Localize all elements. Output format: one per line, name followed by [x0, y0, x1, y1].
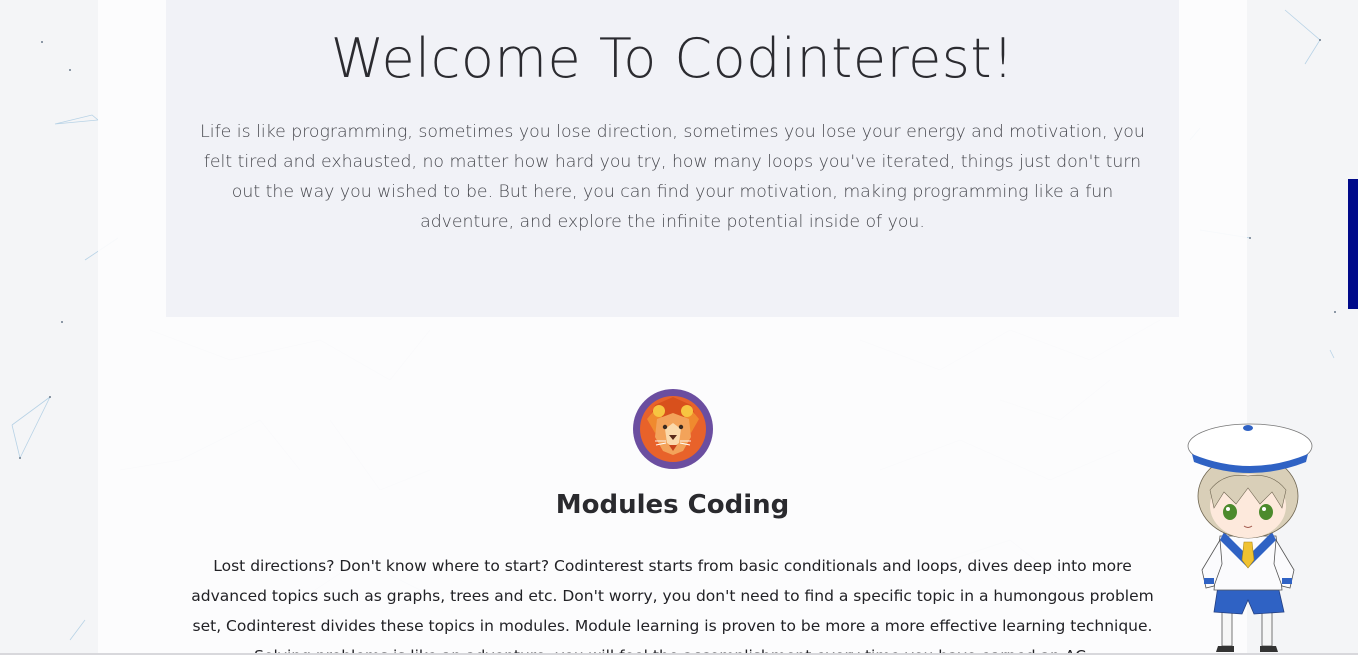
- module-description: Lost directions? Don't know where to sta…: [191, 557, 1154, 655]
- side-tab[interactable]: [1348, 179, 1358, 309]
- sailor-mascot-icon[interactable]: [1184, 418, 1320, 655]
- hero-description: Life is like programming, sometimes you …: [200, 122, 1145, 232]
- module-title: Modules Coding: [555, 490, 790, 520]
- hero-title: Welcome To Codinterest!: [330, 27, 1015, 90]
- lion-icon: [633, 389, 713, 469]
- hero-section: Welcome To Codinterest! Life is like pro…: [166, 0, 1179, 317]
- main-content: Welcome To Codinterest! Life is like pro…: [98, 0, 1247, 655]
